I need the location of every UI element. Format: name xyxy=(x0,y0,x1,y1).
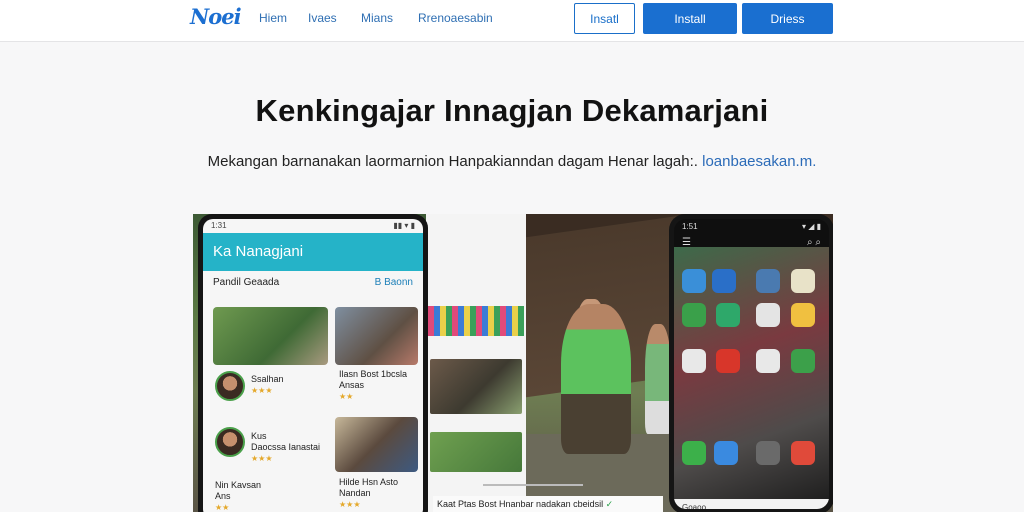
hero-title: Kenkingajar Innagjan Dekamarjani xyxy=(255,93,769,128)
left-phone: 1:31 ▮▮ ▾ ▮ Ka Nanagjani Pandil Geaada B… xyxy=(198,214,428,512)
hero-subtitle-text: Mekangan barnanakan laormarnion Hanpakia… xyxy=(207,153,698,170)
app-icon[interactable] xyxy=(791,269,815,293)
nav-link-home[interactable]: Hiem xyxy=(259,11,287,25)
menu-icon[interactable]: ☰ xyxy=(682,237,691,248)
bottom-sheet[interactable]: Goaoo xyxy=(674,499,829,509)
install-outline-button[interactable]: Insatl xyxy=(574,3,635,34)
chrome-icon[interactable] xyxy=(791,441,815,465)
group-photo xyxy=(430,359,522,414)
app-icon[interactable] xyxy=(682,303,706,327)
app-showcase-image: 1:31 ▮▮ ▾ ▮ Ka Nanagjani Pandil Geaada B… xyxy=(193,214,833,512)
status-icons: ▾ ◢ ▮ xyxy=(801,222,821,231)
nav-link-2[interactable]: Ivaes xyxy=(308,11,337,25)
card-item[interactable]: Nin Kavsan Ans ★★ xyxy=(215,480,261,512)
card-item[interactable]: Ilasn Bost 1bcsla Ansas ★★ xyxy=(339,369,407,402)
card-subtitle: Daocssa Ianastai xyxy=(251,442,321,452)
toolbar: ☰ ⌕ ⌕ xyxy=(682,237,821,248)
search-icon[interactable]: ⌕ ⌕ xyxy=(807,237,821,248)
app-icon[interactable] xyxy=(712,269,736,293)
status-time: 1:31 xyxy=(211,221,227,230)
hero-subtitle-link[interactable]: loanbaesakan. xyxy=(702,153,800,170)
card-item[interactable]: Kus Daocssa Ianastai ★★★ xyxy=(251,431,320,464)
secondary-cta-button[interactable]: Driess xyxy=(742,3,833,34)
right-phone: 1:51 ▾ ◢ ▮ ☰ ⌕ ⌕ Goaoo xyxy=(669,214,833,512)
right-phone-screen: 1:51 ▾ ◢ ▮ ☰ ⌕ ⌕ Goaoo xyxy=(674,219,829,509)
see-more-link[interactable]: B Baonn xyxy=(375,277,413,288)
card-name: Kus xyxy=(251,431,267,441)
card-subtitle: Ans xyxy=(215,491,231,501)
app-icon[interactable] xyxy=(682,349,706,373)
check-icon: ✓ xyxy=(605,499,614,509)
rating-stars: ★★★ xyxy=(339,500,361,509)
avatar xyxy=(215,427,245,457)
nav-link-4[interactable]: Rrenoaesabin xyxy=(418,11,493,25)
status-bar: 1:51 ▾ ◢ ▮ xyxy=(682,222,821,231)
media-progress-bar[interactable] xyxy=(483,484,583,486)
app-icon[interactable] xyxy=(756,269,780,293)
brand-logo[interactable]: Noei xyxy=(190,4,242,29)
card-title: Ilasn Bost 1bcsla xyxy=(339,369,408,379)
browser-icon[interactable] xyxy=(714,441,738,465)
middle-screen xyxy=(426,214,526,512)
app-header: Ka Nanagjani xyxy=(203,233,423,271)
app-icon[interactable] xyxy=(716,349,740,373)
app-icon[interactable] xyxy=(791,349,815,373)
app-icon[interactable] xyxy=(756,349,780,373)
status-bar: 1:31 ▮▮ ▾ ▮ xyxy=(203,219,423,233)
hero-subtitle: Mekangan barnanakan laormarnion Hanpakia… xyxy=(0,153,1024,170)
phone-icon[interactable] xyxy=(682,441,706,465)
person-figure xyxy=(561,304,631,454)
person-figure xyxy=(645,324,671,434)
fabric-photo xyxy=(428,306,524,336)
nav-link-3[interactable]: Mians xyxy=(361,11,393,25)
card-photo[interactable] xyxy=(335,307,418,365)
rating-stars: ★★★ xyxy=(251,386,273,395)
image-caption: Kaat Ptas Bost Hnanbar nadakan cbeidsil … xyxy=(433,496,663,512)
card-name: Ssalhan xyxy=(251,374,284,384)
rating-stars: ★★ xyxy=(339,392,354,401)
section-title: Pandil Geaada xyxy=(213,277,280,288)
card-subtitle: Nandan xyxy=(339,488,371,498)
app-icon[interactable] xyxy=(682,269,706,293)
avatar xyxy=(215,371,245,401)
card-subtitle: Ansas xyxy=(339,380,365,390)
left-phone-screen: 1:31 ▮▮ ▾ ▮ Ka Nanagjani Pandil Geaada B… xyxy=(203,219,423,512)
card-photo[interactable] xyxy=(213,307,328,365)
camera-icon[interactable] xyxy=(756,441,780,465)
top-navigation-bar: Noei Hiem Ivaes Mians Rrenoaesabin Insat… xyxy=(0,0,1024,42)
install-button[interactable]: Install xyxy=(643,3,737,34)
card-photo[interactable] xyxy=(335,417,418,472)
section-header: Pandil Geaada B Baonn xyxy=(203,271,423,294)
status-icons: ▮▮ ▾ ▮ xyxy=(393,221,415,230)
rating-stars: ★★ xyxy=(215,503,230,512)
hero-subtitle-end: m. xyxy=(799,153,817,170)
card-title: Hilde Hsn Asto xyxy=(339,477,399,487)
caption-text: Kaat Ptas Bost Hnanbar nadakan cbeidsil xyxy=(437,499,604,509)
rating-stars: ★★★ xyxy=(251,454,273,463)
card-name: Nin Kavsan xyxy=(215,480,262,490)
status-time: 1:51 xyxy=(682,222,698,231)
app-icon[interactable] xyxy=(756,303,780,327)
garden-photo xyxy=(430,432,522,472)
card-item[interactable]: Hilde Hsn Asto Nandan ★★★ xyxy=(339,477,398,510)
app-icon[interactable] xyxy=(716,303,740,327)
app-icon[interactable] xyxy=(791,303,815,327)
card-item[interactable]: Ssalhan ★★★ xyxy=(251,374,284,396)
